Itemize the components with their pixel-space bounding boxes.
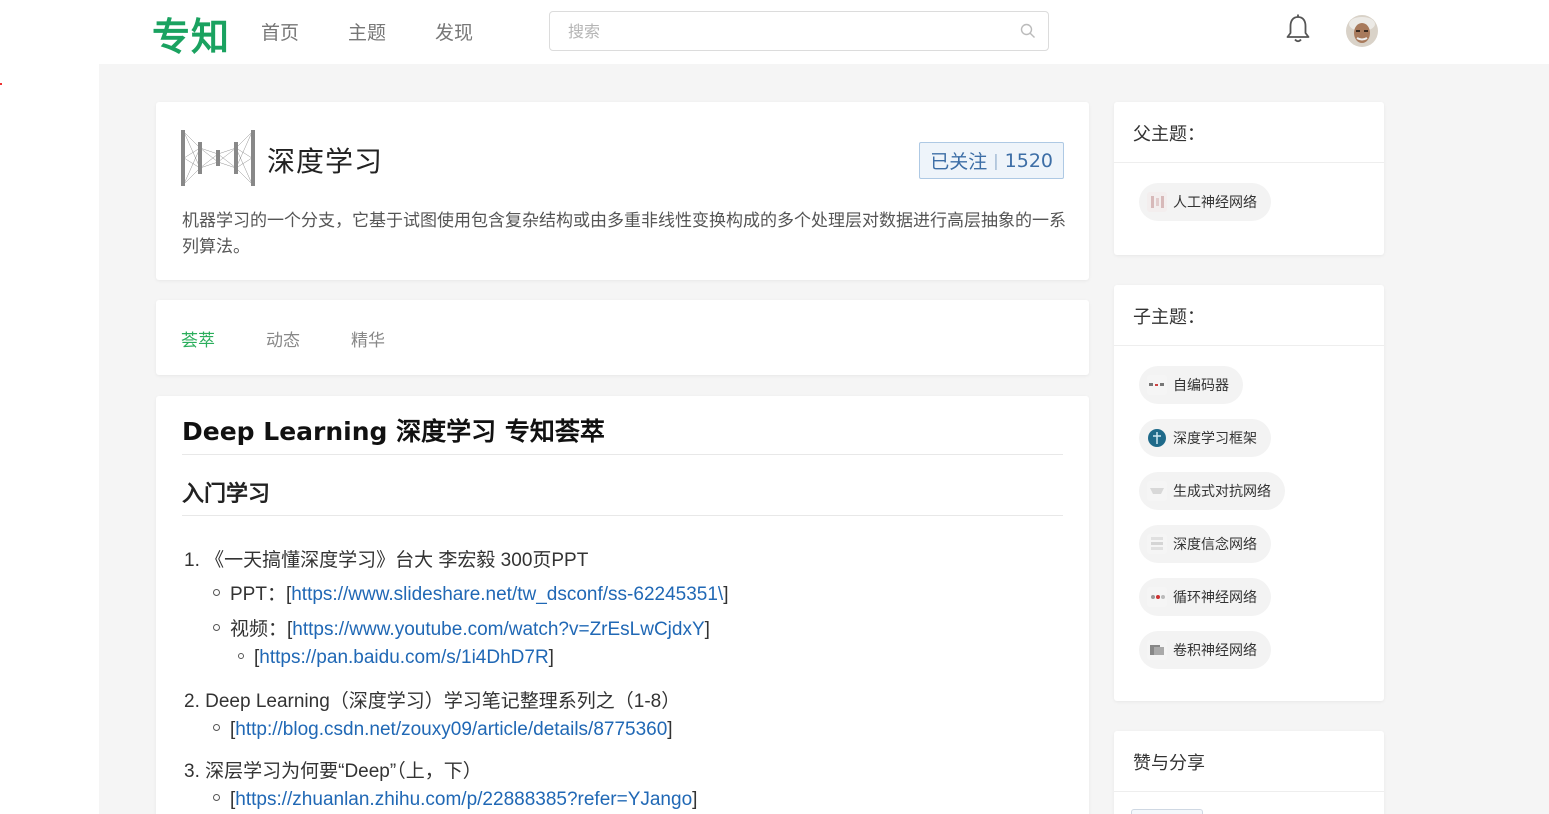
topic-thumbnail-icon [1147,375,1167,395]
topic-chip[interactable]: 卷积神经网络 [1139,631,1271,669]
bracket-text: ] [667,719,673,740]
csdn-link[interactable]: http://blog.csdn.net/zouxy09/article/det… [235,719,667,740]
search-input[interactable] [550,12,1010,50]
chip-label: 人工神经网络 [1173,195,1257,211]
topic-header-card: 深度学习 已关注 | 1520 机器学习的一个分支，它基于试图使用包含复杂结构或… [156,102,1089,280]
bullet-icon [213,794,220,802]
bracket-text: ] [704,619,710,640]
list-item: 1. 《一天搞懂深度学习》台大 李宏毅 300页PPT [184,545,588,572]
list-item: 2. Deep Learning（深度学习）学习笔记整理系列之（1-8） [184,686,680,713]
chip-label: 卷积神经网络 [1173,643,1257,659]
topic-chip[interactable]: 深度信念网络 [1139,525,1271,563]
divider [182,454,1063,455]
neural-network-icon [181,130,255,186]
label-text: 视频：[ [230,619,293,640]
topic-thumbnail-icon [1147,534,1167,554]
topic-thumbnail-icon [1148,429,1166,447]
topic-thumbnail-icon [1147,587,1167,607]
follower-count: 1520 [1004,149,1053,172]
content-card: Deep Learning 深度学习 专知荟萃 入门学习 1. 《一天搞懂深度学… [156,396,1089,814]
follow-label: 已关注 [930,151,988,173]
tab-activity[interactable]: 动态 [266,326,300,351]
chip-label: 深度信念网络 [1173,537,1257,553]
topic-title: 深度学习 [267,145,384,178]
user-avatar[interactable] [1346,15,1378,47]
topic-thumbnail-icon [1147,192,1167,212]
section-heading: 入门学习 [182,482,271,507]
tabs-card: 荟萃 动态 精华 [156,300,1089,375]
chip-label: 深度学习框架 [1173,431,1257,447]
topic-thumbnail-icon [1147,640,1167,660]
bullet-icon [213,589,220,597]
topic-chip[interactable]: 深度学习框架 [1139,419,1271,457]
list-item: 3. 深层学习为何要“Deep”（上，下） [184,756,482,783]
list-item-text: 2. Deep Learning（深度学习）学习笔记整理系列之（1-8） [184,691,681,712]
chip-label: 自编码器 [1173,378,1229,394]
zhihu-link[interactable]: https://zhuanlan.zhihu.com/p/22888385?re… [235,789,692,810]
tab-featured[interactable]: 精华 [351,326,385,351]
divider [1114,345,1384,346]
bullet-icon [213,724,220,732]
search-box [549,11,1049,51]
list-subitem: PPT：[https://www.slideshare.net/tw_dscon… [213,579,728,606]
child-topics-title: 子主题： [1133,307,1205,328]
parent-topics-card: 父主题： 人工神经网络 [1114,102,1384,255]
bracket-text: ] [723,584,729,605]
ppt-link[interactable]: https://www.slideshare.net/tw_dsconf/ss-… [291,584,723,605]
label-text: PPT：[ [230,584,292,605]
nav-link-home[interactable]: 首页 [261,18,299,45]
article-title: Deep Learning 深度学习 专知荟萃 [182,417,605,446]
topic-chip[interactable]: 循环神经网络 [1139,578,1271,616]
parent-topics-title: 父主题： [1133,124,1205,145]
video-link[interactable]: https://www.youtube.com/watch?v=ZrEsLwCj… [292,619,704,640]
list-subitem: [https://pan.baidu.com/s/1i4DhD7R] [238,647,554,669]
nav-link-discover[interactable]: 发现 [435,18,473,45]
list-subitem: [https://zhuanlan.zhihu.com/p/22888385?r… [213,789,697,811]
decorative-dot [0,83,2,85]
follow-separator: | [993,151,999,170]
list-subitem: 视频：[https://www.youtube.com/watch?v=ZrEs… [213,614,710,641]
list-item-text: 3. 深层学习为何要“Deep”（上，下） [184,761,482,782]
topic-thumbnail-icon [1147,481,1167,501]
site-logo[interactable]: 专知 [152,6,230,61]
child-topics-card: 子主题： 自编码器 深度学习框架 生成式对抗网络 深度信念网络 循环神经网络 卷… [1114,285,1384,701]
bullet-icon [213,624,220,632]
share-title: 赞与分享 [1133,753,1205,774]
baidu-pan-link[interactable]: https://pan.baidu.com/s/1i4DhD7R [259,647,548,668]
share-button[interactable] [1131,809,1203,814]
search-icon[interactable] [1020,23,1036,39]
list-item-text: 1. 《一天搞懂深度学习》台大 李宏毅 300页PPT [184,550,589,571]
nav-link-topics[interactable]: 主题 [348,18,386,45]
chip-label: 生成式对抗网络 [1173,484,1271,500]
follow-button[interactable]: 已关注 | 1520 [919,142,1064,179]
list-subitem: [http://blog.csdn.net/zouxy09/article/de… [213,719,673,741]
topic-description: 机器学习的一个分支，它基于试图使用包含复杂结构或由多重非线性变换构成的多个处理层… [182,211,1066,257]
topic-chip[interactable]: 生成式对抗网络 [1139,472,1285,510]
chip-label: 循环神经网络 [1173,590,1257,606]
divider [1114,791,1384,792]
share-card: 赞与分享 [1114,731,1384,814]
bell-icon[interactable] [1284,14,1312,44]
bracket-text: ] [692,789,698,810]
top-navbar: 专知 首页 主题 发现 [0,0,1549,64]
bullet-icon [238,652,244,659]
tab-highlights[interactable]: 荟萃 [181,326,215,351]
topic-chip[interactable]: 人工神经网络 [1139,183,1271,221]
divider [182,515,1063,516]
divider [1114,162,1384,163]
topic-chip[interactable]: 自编码器 [1139,366,1243,404]
bracket-text: ] [548,647,554,668]
